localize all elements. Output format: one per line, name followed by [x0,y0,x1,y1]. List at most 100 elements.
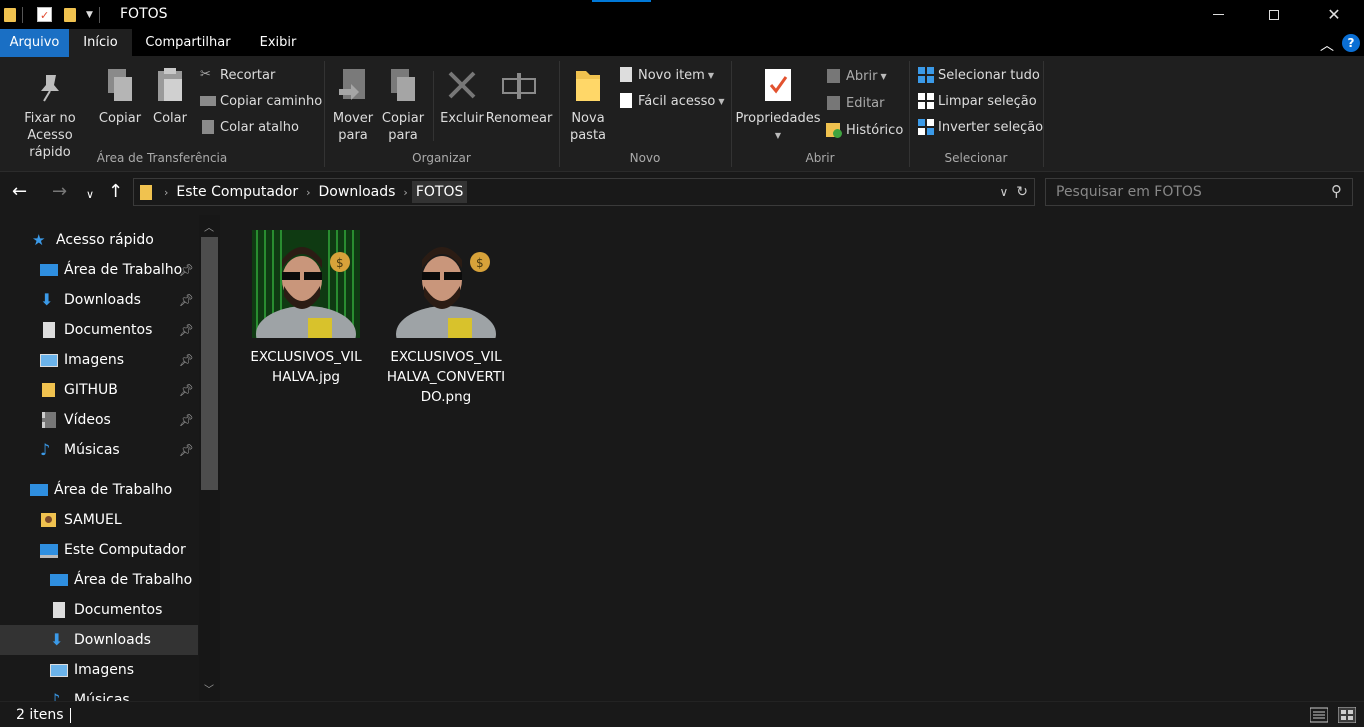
address-bar[interactable]: › Este Computador › Downloads › FOTOS ∨ … [133,178,1035,206]
new-item-icon [618,67,634,83]
edit-label: Editar [846,95,885,111]
folder-icon [40,382,58,398]
navigation-pane: ★ Acesso rápido Área de Trabalho 📌︎ ⬇ Do… [0,215,220,701]
sidebar-item-label: Músicas [74,692,130,701]
sidebar-item-acesso-rapido[interactable]: ★ Acesso rápido [0,225,198,255]
copy-to-button[interactable]: Copiar para [381,67,425,144]
invert-selection-button[interactable]: Inverter seleção [918,117,1043,137]
rename-button[interactable]: Renomear [486,67,552,127]
search-icon[interactable]: ⚲ [1331,182,1342,200]
sidebar-item-imagens-pc[interactable]: Imagens [0,655,198,685]
refresh-icon[interactable]: ↻ [1016,184,1028,200]
cut-button[interactable]: ✂ Recortar [200,65,275,85]
tab-arquivo[interactable]: Arquivo [0,29,69,57]
copy-button[interactable]: Copiar [98,67,142,127]
sidebar-item-label: Acesso rápido [56,232,154,248]
move-to-button[interactable]: Mover para [332,67,374,144]
select-all-icon [918,67,934,83]
close-button[interactable]: ✕ [1304,0,1364,29]
recent-locations-chevron-icon[interactable]: ∨ [86,185,94,205]
breadcrumb-chevron-icon[interactable]: › [302,186,314,199]
sidebar-item-downloads-pinned[interactable]: ⬇ Downloads 📌︎ [0,285,198,315]
customize-chevron-icon[interactable]: ▼ [86,10,93,20]
breadcrumb-chevron-icon[interactable]: › [160,186,172,199]
sidebar-item-area-de-trabalho-pc[interactable]: Área de Trabalho [0,565,198,595]
desktop-icon [50,572,68,588]
folder-icon [140,184,152,200]
breadcrumb-downloads[interactable]: Downloads [315,184,400,200]
file-item[interactable]: $ EXCLUSIVOS_VILHALVA_CONVERTIDO.png [386,230,506,407]
download-icon: ⬇ [40,290,54,309]
history-button[interactable]: Histórico [826,120,903,140]
easy-access-label: Fácil acesso [638,93,716,109]
paste-shortcut-button[interactable]: Colar atalho [200,117,299,137]
minimize-button[interactable] [1188,0,1248,29]
scroll-thumb[interactable] [201,237,218,490]
back-arrow-icon[interactable]: ← [12,182,27,202]
breadcrumb-este-computador[interactable]: Este Computador [172,184,302,200]
up-arrow-icon[interactable]: ↑ [108,182,123,202]
edit-button[interactable]: Editar [826,93,885,113]
details-view-icon[interactable] [1309,707,1329,723]
sidebar-item-github-pinned[interactable]: GITHUB 📌︎ [0,375,198,405]
properties-button[interactable]: Propriedades ▼ [735,67,821,144]
address-history-chevron-icon[interactable]: ∨ [999,185,1008,199]
select-none-button[interactable]: Limpar seleção [918,91,1037,111]
tab-exibir[interactable]: Exibir [248,29,308,57]
video-icon [40,412,58,428]
sidebar-item-area-de-trabalho-pinned[interactable]: Área de Trabalho 📌︎ [0,255,198,285]
properties-icon[interactable]: ✓ [37,7,52,22]
breadcrumb-chevron-icon[interactable]: › [399,186,411,199]
new-folder-button[interactable]: Nova pasta [566,67,610,144]
sidebar-item-documentos-pinned[interactable]: Documentos 📌︎ [0,315,198,345]
sidebar-item-este-computador[interactable]: Este Computador [0,535,198,565]
search-input[interactable]: Pesquisar em FOTOS ⚲ [1045,178,1353,206]
sidebar-item-musicas-pinned[interactable]: ♪ Músicas 📌︎ [0,435,198,465]
file-item[interactable]: $ EXCLUSIVOS_VILHALVA.jpg [246,230,366,387]
tab-compartilhar[interactable]: Compartilhar [138,29,238,57]
breadcrumb-fotos[interactable]: FOTOS [411,181,468,203]
group-label-clipboard: Área de Transferência [96,151,228,165]
copy-icon [102,67,138,107]
download-icon: ⬇ [50,630,64,649]
maximize-button[interactable] [1244,0,1304,29]
paste-button[interactable]: Colar [148,67,192,127]
copy-path-button[interactable]: Copiar caminho [200,91,322,111]
select-all-button[interactable]: Selecionar tudo [918,65,1040,85]
sidebar-item-documentos-pc[interactable]: Documentos [0,595,198,625]
delete-button[interactable]: Excluir [440,67,484,127]
sidebar-item-label: Documentos [74,602,163,618]
scroll-down-icon[interactable]: ﹀ [204,681,214,696]
active-indicator [592,0,651,2]
divider [433,71,434,141]
image-thumbnail: $ [392,230,500,338]
ribbon-tabs: Arquivo Início Compartilhar Exibir ︿ ? [0,29,1364,57]
history-icon [826,122,842,138]
pin-quick-access-button[interactable]: Fixar no Acesso rápido [6,67,94,161]
sidebar-scrollbar[interactable]: ︿ ﹀ [199,215,220,701]
divider [22,6,23,23]
open-button[interactable]: Abrir ▼ [826,66,887,86]
paste-shortcut-icon [200,119,216,135]
new-item-button[interactable]: Novo item ▼ [618,65,714,85]
large-icons-view-icon[interactable] [1337,706,1357,724]
pin-icon: 📌︎ [178,293,194,307]
divider [70,708,71,723]
tab-inicio[interactable]: Início [69,29,132,57]
new-folder-icon[interactable] [64,7,76,22]
sidebar-item-downloads-pc[interactable]: ⬇ Downloads [0,625,198,655]
easy-access-button[interactable]: Fácil acesso ▼ [618,91,725,111]
sidebar-item-samuel[interactable]: SAMUEL [0,505,198,535]
quick-access-toolbar: ✓ ▼ [0,0,106,29]
music-icon: ♪ [40,440,51,459]
help-icon[interactable]: ? [1342,34,1360,52]
scroll-up-icon[interactable]: ︿ [204,219,214,234]
sidebar-item-videos-pinned[interactable]: Vídeos 📌︎ [0,405,198,435]
forward-arrow-icon[interactable]: → [52,182,67,202]
sidebar-item-area-de-trabalho[interactable]: Área de Trabalho [0,475,198,505]
sidebar-item-musicas-pc[interactable]: ♪ Músicas [0,685,198,702]
sidebar-item-imagens-pinned[interactable]: Imagens 📌︎ [0,345,198,375]
select-none-icon [918,93,934,109]
move-to-icon [335,67,371,107]
collapse-ribbon-icon[interactable]: ︿ [1320,35,1334,55]
